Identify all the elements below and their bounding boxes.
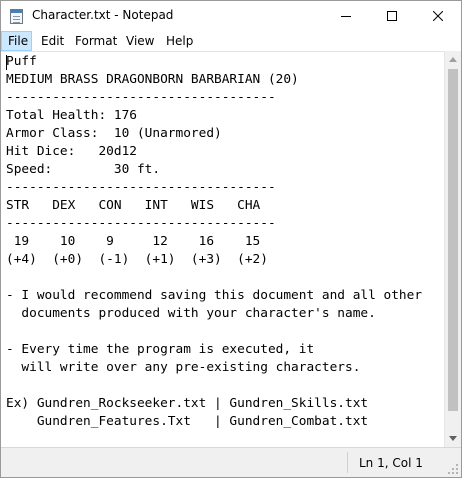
- minimize-button[interactable]: [323, 1, 369, 31]
- status-bar: Ln 1, Col 1: [1, 447, 461, 477]
- scrollbar-thumb[interactable]: [448, 69, 458, 411]
- document-text[interactable]: Puff MEDIUM BRASS DRAGONBORN BARBARIAN (…: [6, 53, 422, 431]
- scroll-down-button[interactable]: [445, 430, 461, 447]
- notepad-window: Character.txt - Notepad File Edit Format…: [0, 0, 462, 478]
- text-caret: [6, 55, 7, 70]
- menu-file[interactable]: File: [1, 31, 32, 51]
- notepad-icon: [10, 9, 23, 24]
- menu-bar: File Edit Format View Help: [1, 31, 461, 51]
- minimize-icon: [341, 16, 351, 17]
- window-title: Character.txt - Notepad: [32, 8, 174, 22]
- menu-edit[interactable]: Edit: [35, 31, 70, 51]
- vertical-scrollbar[interactable]: [444, 51, 461, 447]
- cursor-position: Ln 1, Col 1: [359, 456, 423, 470]
- menu-view[interactable]: View: [120, 31, 160, 51]
- text-editor[interactable]: Puff MEDIUM BRASS DRAGONBORN BARBARIAN (…: [1, 51, 444, 448]
- maximize-icon: [387, 11, 397, 21]
- close-button[interactable]: [415, 1, 461, 31]
- scroll-up-icon: [449, 57, 457, 62]
- status-divider: [347, 452, 348, 473]
- menu-format[interactable]: Format: [69, 31, 123, 51]
- close-icon: [433, 11, 443, 21]
- resize-grip-icon[interactable]: [448, 464, 459, 475]
- maximize-button[interactable]: [369, 1, 415, 31]
- scroll-down-icon: [449, 436, 457, 441]
- menu-help[interactable]: Help: [160, 31, 199, 51]
- title-bar[interactable]: Character.txt - Notepad: [1, 1, 461, 31]
- scroll-up-button[interactable]: [445, 51, 461, 68]
